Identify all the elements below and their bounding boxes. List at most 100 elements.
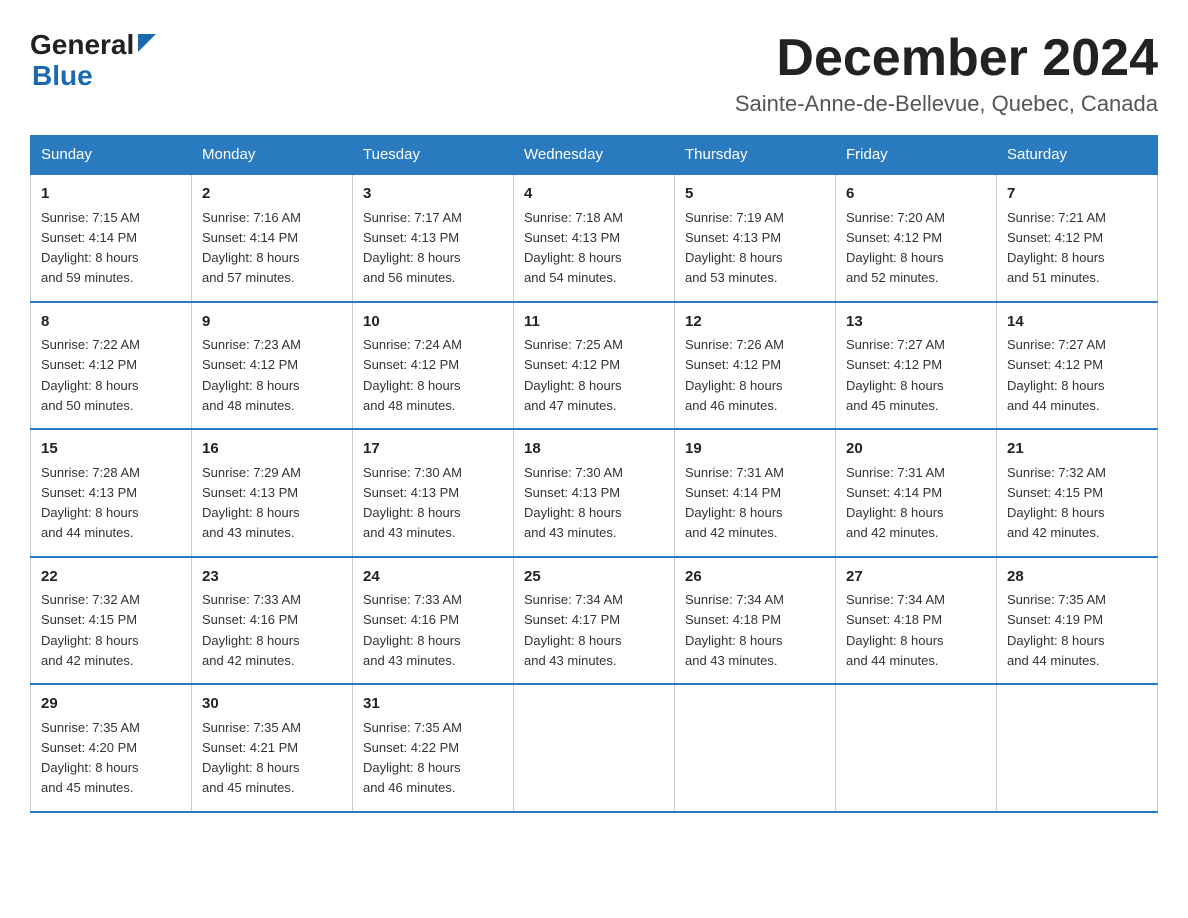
calendar-cell: 21 Sunrise: 7:32 AMSunset: 4:15 PMDaylig… (997, 429, 1158, 557)
day-info: Sunrise: 7:30 AMSunset: 4:13 PMDaylight:… (524, 465, 623, 541)
day-info: Sunrise: 7:31 AMSunset: 4:14 PMDaylight:… (846, 465, 945, 541)
day-info: Sunrise: 7:23 AMSunset: 4:12 PMDaylight:… (202, 337, 301, 413)
calendar-cell: 4 Sunrise: 7:18 AMSunset: 4:13 PMDayligh… (514, 174, 675, 302)
day-number: 18 (524, 438, 664, 461)
logo: General Blue (30, 30, 156, 92)
month-title: December 2024 (735, 30, 1158, 87)
calendar-cell: 7 Sunrise: 7:21 AMSunset: 4:12 PMDayligh… (997, 174, 1158, 302)
calendar-cell: 16 Sunrise: 7:29 AMSunset: 4:13 PMDaylig… (192, 429, 353, 557)
day-info: Sunrise: 7:25 AMSunset: 4:12 PMDaylight:… (524, 337, 623, 413)
week-row-5: 29 Sunrise: 7:35 AMSunset: 4:20 PMDaylig… (31, 684, 1158, 812)
day-info: Sunrise: 7:35 AMSunset: 4:21 PMDaylight:… (202, 720, 301, 796)
day-number: 22 (41, 566, 181, 589)
day-number: 4 (524, 183, 664, 206)
day-info: Sunrise: 7:34 AMSunset: 4:18 PMDaylight:… (846, 592, 945, 668)
day-number: 2 (202, 183, 342, 206)
calendar-cell: 27 Sunrise: 7:34 AMSunset: 4:18 PMDaylig… (836, 557, 997, 685)
weekday-header-sunday: Sunday (31, 136, 192, 175)
day-number: 24 (363, 566, 503, 589)
day-number: 1 (41, 183, 181, 206)
day-info: Sunrise: 7:33 AMSunset: 4:16 PMDaylight:… (202, 592, 301, 668)
calendar-cell: 15 Sunrise: 7:28 AMSunset: 4:13 PMDaylig… (31, 429, 192, 557)
weekday-header-thursday: Thursday (675, 136, 836, 175)
day-info: Sunrise: 7:33 AMSunset: 4:16 PMDaylight:… (363, 592, 462, 668)
day-number: 7 (1007, 183, 1147, 206)
week-row-4: 22 Sunrise: 7:32 AMSunset: 4:15 PMDaylig… (31, 557, 1158, 685)
day-number: 23 (202, 566, 342, 589)
logo-general-text: General (30, 30, 134, 61)
day-number: 17 (363, 438, 503, 461)
calendar-cell: 30 Sunrise: 7:35 AMSunset: 4:21 PMDaylig… (192, 684, 353, 812)
day-number: 20 (846, 438, 986, 461)
day-info: Sunrise: 7:35 AMSunset: 4:19 PMDaylight:… (1007, 592, 1106, 668)
day-number: 3 (363, 183, 503, 206)
day-number: 28 (1007, 566, 1147, 589)
calendar-cell: 19 Sunrise: 7:31 AMSunset: 4:14 PMDaylig… (675, 429, 836, 557)
weekday-header-friday: Friday (836, 136, 997, 175)
weekday-header-wednesday: Wednesday (514, 136, 675, 175)
logo-arrow-icon (138, 34, 156, 57)
day-info: Sunrise: 7:27 AMSunset: 4:12 PMDaylight:… (846, 337, 945, 413)
day-info: Sunrise: 7:24 AMSunset: 4:12 PMDaylight:… (363, 337, 462, 413)
calendar-cell: 17 Sunrise: 7:30 AMSunset: 4:13 PMDaylig… (353, 429, 514, 557)
day-number: 13 (846, 311, 986, 334)
day-number: 10 (363, 311, 503, 334)
day-info: Sunrise: 7:35 AMSunset: 4:20 PMDaylight:… (41, 720, 140, 796)
day-info: Sunrise: 7:16 AMSunset: 4:14 PMDaylight:… (202, 210, 301, 286)
day-info: Sunrise: 7:30 AMSunset: 4:13 PMDaylight:… (363, 465, 462, 541)
calendar-cell: 28 Sunrise: 7:35 AMSunset: 4:19 PMDaylig… (997, 557, 1158, 685)
day-number: 8 (41, 311, 181, 334)
day-number: 5 (685, 183, 825, 206)
day-number: 21 (1007, 438, 1147, 461)
calendar-cell: 9 Sunrise: 7:23 AMSunset: 4:12 PMDayligh… (192, 302, 353, 430)
day-number: 6 (846, 183, 986, 206)
location-title: Sainte-Anne-de-Bellevue, Quebec, Canada (735, 91, 1158, 117)
day-number: 15 (41, 438, 181, 461)
page-header: General Blue December 2024 Sainte-Anne-d… (30, 30, 1158, 117)
day-info: Sunrise: 7:34 AMSunset: 4:18 PMDaylight:… (685, 592, 784, 668)
weekday-header-saturday: Saturday (997, 136, 1158, 175)
calendar-table: SundayMondayTuesdayWednesdayThursdayFrid… (30, 135, 1158, 813)
day-number: 29 (41, 693, 181, 716)
calendar-cell: 2 Sunrise: 7:16 AMSunset: 4:14 PMDayligh… (192, 174, 353, 302)
calendar-cell: 13 Sunrise: 7:27 AMSunset: 4:12 PMDaylig… (836, 302, 997, 430)
week-row-1: 1 Sunrise: 7:15 AMSunset: 4:14 PMDayligh… (31, 174, 1158, 302)
title-section: December 2024 Sainte-Anne-de-Bellevue, Q… (735, 30, 1158, 117)
day-info: Sunrise: 7:35 AMSunset: 4:22 PMDaylight:… (363, 720, 462, 796)
calendar-cell: 20 Sunrise: 7:31 AMSunset: 4:14 PMDaylig… (836, 429, 997, 557)
day-info: Sunrise: 7:19 AMSunset: 4:13 PMDaylight:… (685, 210, 784, 286)
calendar-cell (675, 684, 836, 812)
day-number: 14 (1007, 311, 1147, 334)
day-number: 12 (685, 311, 825, 334)
calendar-cell: 22 Sunrise: 7:32 AMSunset: 4:15 PMDaylig… (31, 557, 192, 685)
day-info: Sunrise: 7:31 AMSunset: 4:14 PMDaylight:… (685, 465, 784, 541)
day-info: Sunrise: 7:21 AMSunset: 4:12 PMDaylight:… (1007, 210, 1106, 286)
calendar-cell: 11 Sunrise: 7:25 AMSunset: 4:12 PMDaylig… (514, 302, 675, 430)
weekday-header-tuesday: Tuesday (353, 136, 514, 175)
day-info: Sunrise: 7:28 AMSunset: 4:13 PMDaylight:… (41, 465, 140, 541)
day-info: Sunrise: 7:26 AMSunset: 4:12 PMDaylight:… (685, 337, 784, 413)
calendar-cell: 25 Sunrise: 7:34 AMSunset: 4:17 PMDaylig… (514, 557, 675, 685)
calendar-cell: 14 Sunrise: 7:27 AMSunset: 4:12 PMDaylig… (997, 302, 1158, 430)
day-info: Sunrise: 7:34 AMSunset: 4:17 PMDaylight:… (524, 592, 623, 668)
calendar-cell: 3 Sunrise: 7:17 AMSunset: 4:13 PMDayligh… (353, 174, 514, 302)
day-info: Sunrise: 7:20 AMSunset: 4:12 PMDaylight:… (846, 210, 945, 286)
weekday-header-monday: Monday (192, 136, 353, 175)
week-row-2: 8 Sunrise: 7:22 AMSunset: 4:12 PMDayligh… (31, 302, 1158, 430)
calendar-cell: 31 Sunrise: 7:35 AMSunset: 4:22 PMDaylig… (353, 684, 514, 812)
calendar-cell (836, 684, 997, 812)
calendar-cell: 12 Sunrise: 7:26 AMSunset: 4:12 PMDaylig… (675, 302, 836, 430)
day-number: 25 (524, 566, 664, 589)
day-info: Sunrise: 7:18 AMSunset: 4:13 PMDaylight:… (524, 210, 623, 286)
weekday-header-row: SundayMondayTuesdayWednesdayThursdayFrid… (31, 136, 1158, 175)
day-info: Sunrise: 7:17 AMSunset: 4:13 PMDaylight:… (363, 210, 462, 286)
calendar-cell: 8 Sunrise: 7:22 AMSunset: 4:12 PMDayligh… (31, 302, 192, 430)
calendar-cell: 10 Sunrise: 7:24 AMSunset: 4:12 PMDaylig… (353, 302, 514, 430)
day-number: 26 (685, 566, 825, 589)
day-info: Sunrise: 7:22 AMSunset: 4:12 PMDaylight:… (41, 337, 140, 413)
calendar-cell: 26 Sunrise: 7:34 AMSunset: 4:18 PMDaylig… (675, 557, 836, 685)
day-info: Sunrise: 7:32 AMSunset: 4:15 PMDaylight:… (41, 592, 140, 668)
day-info: Sunrise: 7:32 AMSunset: 4:15 PMDaylight:… (1007, 465, 1106, 541)
day-info: Sunrise: 7:27 AMSunset: 4:12 PMDaylight:… (1007, 337, 1106, 413)
day-number: 27 (846, 566, 986, 589)
